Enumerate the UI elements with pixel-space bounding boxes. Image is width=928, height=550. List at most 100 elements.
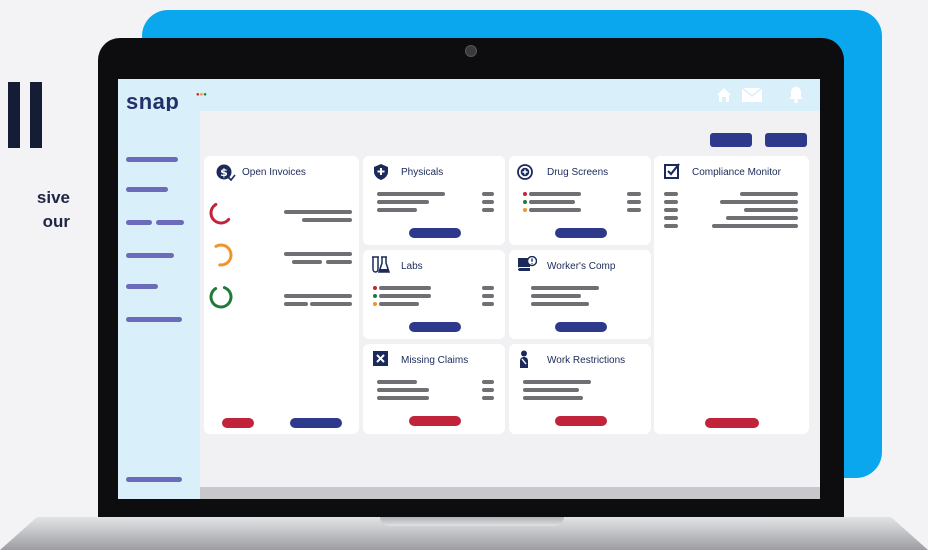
card-title: Labs — [401, 261, 423, 272]
sidebar-item[interactable] — [126, 220, 152, 225]
bell-icon[interactable] — [788, 86, 804, 103]
sidebar — [118, 111, 200, 499]
sidebar-item[interactable] — [126, 284, 158, 289]
app-screen: snap ●●● $ Open Invoices Physicals Drug … — [118, 79, 820, 499]
placeholder-line — [531, 286, 599, 290]
shield-plus-icon — [374, 164, 388, 180]
placeholder-line — [284, 302, 308, 306]
status-dot-red — [523, 192, 527, 196]
placeholder-line — [627, 208, 641, 212]
placeholder-line — [302, 218, 352, 222]
placeholder-line — [744, 208, 798, 212]
placeholder-line — [377, 388, 429, 392]
mail-icon[interactable] — [742, 88, 762, 102]
labs-card: Labs — [363, 250, 505, 339]
placeholder-line — [482, 388, 494, 392]
status-dot-orange — [523, 208, 527, 212]
book-alert-icon — [517, 256, 537, 271]
placeholder-line — [523, 396, 583, 400]
sidebar-item[interactable] — [126, 253, 174, 258]
dollar-check-icon: $ — [216, 164, 236, 182]
header-button-2[interactable] — [765, 133, 807, 147]
placeholder-line — [310, 302, 352, 306]
status-dot-orange — [373, 302, 377, 306]
placeholder-line — [664, 224, 678, 228]
horizontal-scrollbar[interactable] — [200, 487, 820, 499]
work-restrictions-card: Work Restrictions — [509, 344, 651, 434]
webcam — [465, 45, 477, 57]
navy-action-button[interactable] — [555, 322, 607, 332]
placeholder-line — [482, 200, 494, 204]
placeholder-line — [627, 192, 641, 196]
svg-text:$: $ — [220, 166, 228, 179]
placeholder-line — [627, 200, 641, 204]
top-bar — [118, 79, 820, 111]
sidebar-item[interactable] — [126, 157, 178, 162]
placeholder-line — [482, 192, 494, 196]
placeholder-line — [482, 380, 494, 384]
red-action-button[interactable] — [409, 416, 461, 426]
pause-graphic — [8, 82, 42, 148]
navy-action-button[interactable] — [290, 418, 342, 428]
placeholder-line — [284, 252, 352, 256]
sidebar-item-bottom[interactable] — [126, 477, 182, 482]
placeholder-line — [377, 396, 429, 400]
red-action-button[interactable] — [705, 418, 759, 428]
card-title: Open Invoices — [242, 167, 306, 178]
plus-circle-icon — [517, 164, 533, 180]
compliance-monitor-card: Compliance Monitor — [654, 156, 809, 434]
card-title: Work Restrictions — [547, 355, 626, 366]
placeholder-line — [523, 380, 591, 384]
status-dot-red — [373, 286, 377, 290]
logo-dots: ●●● — [196, 92, 207, 98]
placeholder-line — [531, 302, 589, 306]
placeholder-line — [284, 210, 352, 214]
placeholder-line — [379, 302, 419, 306]
placeholder-line — [482, 294, 494, 298]
placeholder-line — [482, 302, 494, 306]
x-box-icon — [373, 351, 388, 366]
placeholder-line — [379, 294, 431, 298]
invoice-ring-red — [209, 201, 233, 225]
card-title: Physicals — [401, 167, 444, 178]
header-button-1[interactable] — [710, 133, 752, 147]
placeholder-line — [379, 286, 431, 290]
placeholder-line — [529, 192, 581, 196]
sidebar-item[interactable] — [156, 220, 184, 225]
placeholder-line — [664, 192, 678, 196]
red-action-button[interactable] — [222, 418, 254, 428]
open-invoices-card: $ Open Invoices — [204, 156, 359, 434]
physicals-card: Physicals — [363, 156, 505, 245]
placeholder-line — [523, 388, 579, 392]
status-dot-green — [523, 200, 527, 204]
workers-comp-card: Worker's Comp — [509, 250, 651, 339]
drug-screens-card: Drug Screens — [509, 156, 651, 245]
placeholder-line — [726, 216, 798, 220]
red-action-button[interactable] — [555, 416, 607, 426]
placeholder-line — [664, 208, 678, 212]
checkbox-icon — [664, 163, 680, 179]
placeholder-line — [664, 200, 678, 204]
missing-claims-card: Missing Claims — [363, 344, 505, 434]
placeholder-line — [377, 208, 417, 212]
sidebar-item[interactable] — [126, 317, 182, 322]
placeholder-line — [529, 208, 581, 212]
sidebar-item[interactable] — [126, 187, 168, 192]
home-icon[interactable] — [716, 87, 732, 103]
left-text-line-2: our — [42, 212, 70, 231]
placeholder-line — [326, 260, 352, 264]
left-text-line-1: sive — [36, 188, 70, 207]
card-title: Worker's Comp — [547, 261, 616, 272]
placeholder-line — [531, 294, 581, 298]
placeholder-line — [377, 192, 445, 196]
navy-action-button[interactable] — [409, 322, 461, 332]
placeholder-line — [712, 224, 798, 228]
card-title: Compliance Monitor — [692, 167, 781, 178]
placeholder-line — [377, 380, 417, 384]
navy-action-button[interactable] — [409, 228, 461, 238]
navy-action-button[interactable] — [555, 228, 607, 238]
card-title: Drug Screens — [547, 167, 609, 178]
laptop-base-notch — [380, 517, 564, 526]
placeholder-line — [377, 200, 429, 204]
placeholder-line — [482, 396, 494, 400]
